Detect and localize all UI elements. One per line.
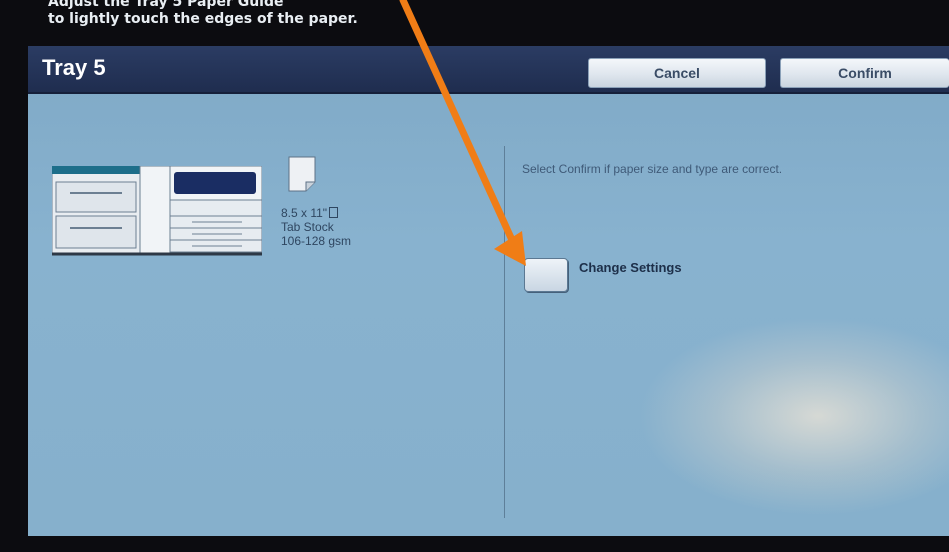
annotation-arrow-icon	[399, 0, 526, 266]
